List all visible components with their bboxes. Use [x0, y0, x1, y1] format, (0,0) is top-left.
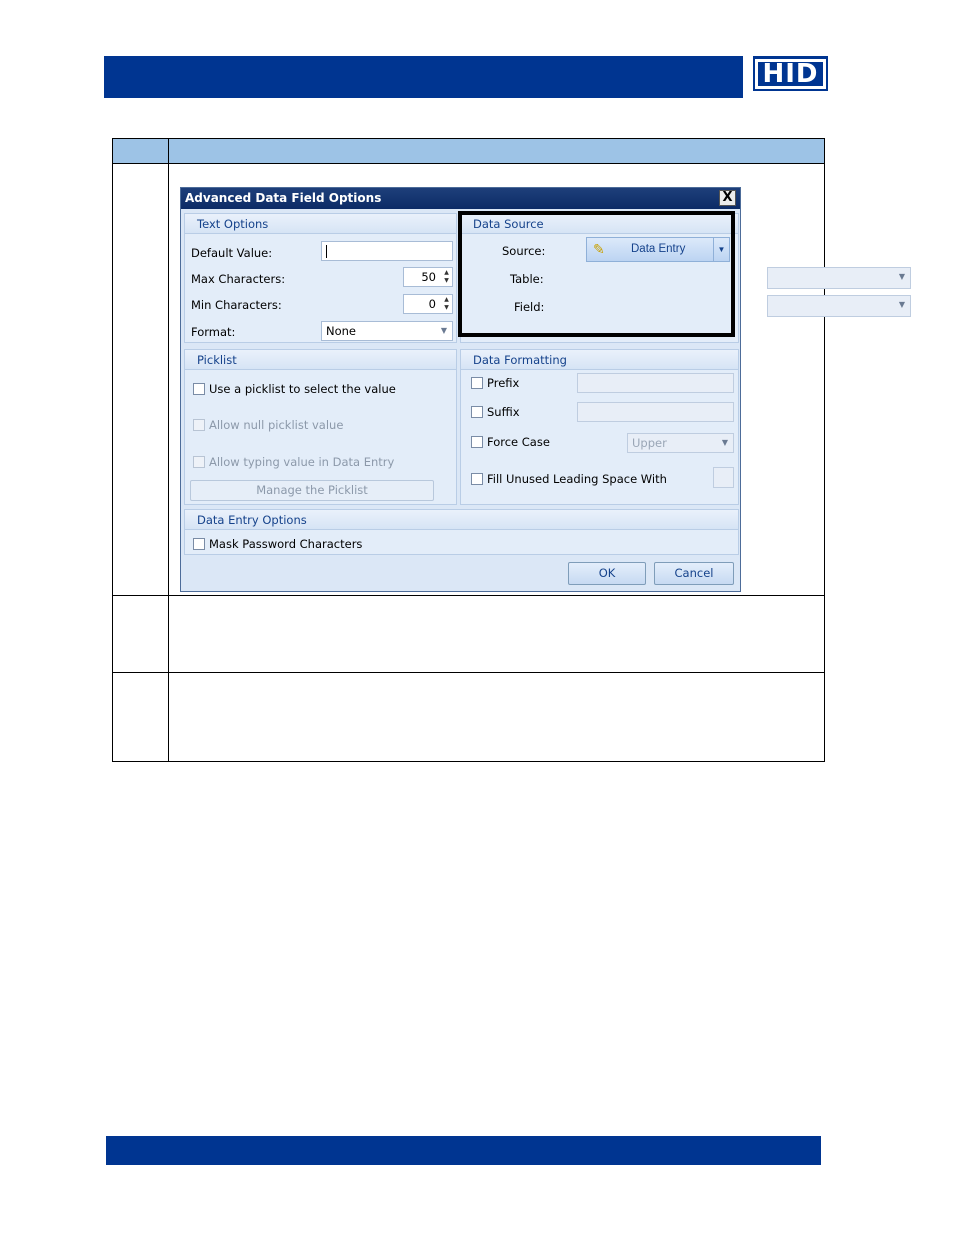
fill-unused-checkbox[interactable] [471, 473, 483, 485]
prefix-checkbox[interactable] [471, 377, 483, 389]
fill-character-input[interactable] [713, 467, 734, 488]
picklist-header: Picklist [185, 350, 456, 370]
table-column-divider [168, 139, 169, 761]
allow-typing-label: Allow typing value in Data Entry [209, 455, 395, 469]
format-label: Format: [191, 325, 236, 339]
chevron-down-icon: ▼ [721, 438, 729, 447]
default-value-input[interactable] [321, 241, 453, 261]
format-value: None [326, 324, 357, 338]
force-case-select[interactable]: Upper ▼ [627, 433, 734, 453]
suffix-input[interactable] [577, 402, 734, 422]
header-bar [104, 56, 743, 98]
min-characters-label: Min Characters: [191, 298, 282, 312]
chevron-down-icon: ▼ [898, 272, 906, 281]
data-entry-options-header: Data Entry Options [185, 510, 738, 530]
allow-typing-checkbox[interactable] [193, 456, 205, 468]
suffix-checkbox[interactable] [471, 406, 483, 418]
data-formatting-header: Data Formatting [461, 350, 738, 370]
allow-null-checkbox[interactable] [193, 419, 205, 431]
field-select[interactable]: ▼ [767, 295, 911, 317]
spin-arrows-icon[interactable]: ▲ ▼ [442, 296, 451, 312]
suffix-label: Suffix [487, 405, 520, 419]
ok-button[interactable]: OK [568, 562, 646, 585]
logo-text: HID [755, 58, 826, 89]
data-formatting-group: Data Formatting Prefix Suffix Force Case… [460, 349, 739, 505]
picklist-group: Picklist Use a picklist to select the va… [184, 349, 457, 505]
close-icon[interactable]: X [719, 190, 736, 206]
use-picklist-label: Use a picklist to select the value [209, 382, 396, 396]
table-header-row [113, 139, 824, 164]
dialog-title: Advanced Data Field Options [181, 188, 740, 209]
data-entry-options-group: Data Entry Options Mask Password Charact… [184, 509, 739, 555]
force-case-checkbox[interactable] [471, 436, 483, 448]
fill-unused-label: Fill Unused Leading Space With [487, 472, 667, 486]
table-row-divider [113, 595, 824, 596]
text-options-header: Text Options [185, 214, 456, 234]
footer-bar [106, 1136, 821, 1165]
spin-arrows-icon[interactable]: ▲ ▼ [442, 269, 451, 285]
hid-logo: HID [753, 56, 828, 91]
prefix-input[interactable] [577, 373, 734, 393]
chevron-down-icon: ▼ [440, 326, 448, 335]
mask-password-label: Mask Password Characters [209, 537, 363, 551]
mask-password-checkbox[interactable] [193, 538, 205, 550]
min-characters-stepper[interactable]: 0 ▲ ▼ [403, 294, 453, 314]
prefix-label: Prefix [487, 376, 520, 390]
format-select[interactable]: None ▼ [321, 321, 453, 341]
manage-picklist-button[interactable]: Manage the Picklist [190, 480, 434, 501]
use-picklist-checkbox[interactable] [193, 383, 205, 395]
data-source-highlight-box [458, 211, 735, 337]
default-value-label: Default Value: [191, 246, 273, 260]
force-case-value: Upper [632, 436, 667, 450]
cancel-button[interactable]: Cancel [654, 562, 734, 585]
min-characters-value: 0 [428, 297, 436, 311]
max-characters-value: 50 [421, 270, 436, 284]
allow-null-label: Allow null picklist value [209, 418, 344, 432]
text-options-group: Text Options Default Value: Max Characte… [184, 213, 457, 343]
table-row-divider [113, 672, 824, 673]
force-case-label: Force Case [487, 435, 550, 449]
table-select[interactable]: ▼ [767, 267, 911, 289]
chevron-down-icon: ▼ [898, 300, 906, 309]
max-characters-label: Max Characters: [191, 272, 286, 286]
max-characters-stepper[interactable]: 50 ▲ ▼ [403, 267, 453, 287]
